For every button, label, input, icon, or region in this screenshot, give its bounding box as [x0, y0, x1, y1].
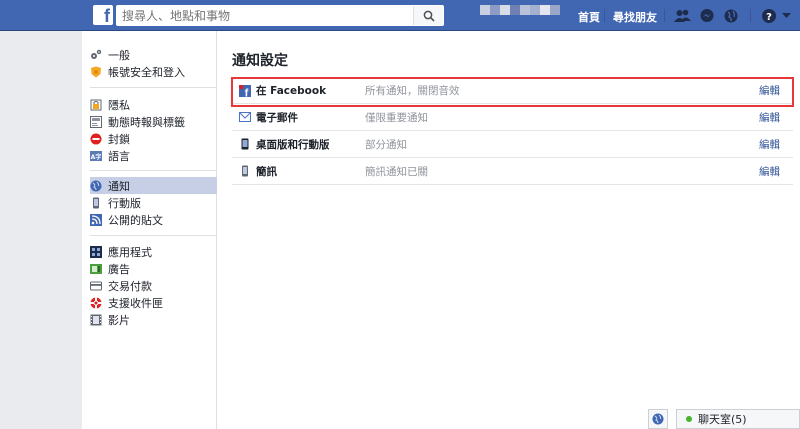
payments-icon — [90, 280, 102, 292]
setting-value: 部分通知 — [365, 138, 407, 151]
sidebar-item-notifications[interactable]: 通知 — [90, 177, 217, 194]
sidebar-item-label: 交易付款 — [108, 279, 152, 293]
profile-blurred[interactable] — [480, 5, 560, 15]
timeline-icon — [90, 115, 102, 128]
sidebar-item-timeline[interactable]: 動態時報與標籤 — [90, 113, 217, 130]
sms-icon — [239, 165, 251, 177]
sidebar-item-ads[interactable]: 廣告 — [90, 260, 217, 277]
nav-separator — [604, 9, 605, 22]
nav-home-link[interactable]: 首頁 — [578, 9, 600, 25]
svg-text:A字: A字 — [91, 153, 102, 161]
sidebar-item-payments[interactable]: 交易付款 — [90, 277, 217, 294]
sidebar-item-blocking[interactable]: 封鎖 — [90, 130, 217, 147]
nav-find-friends-link[interactable]: 尋找朋友 — [613, 9, 657, 25]
sidebar-item-label: 一般 — [108, 48, 130, 62]
sidebar-divider — [90, 235, 217, 236]
edit-link[interactable]: 編輯 — [759, 137, 780, 152]
facebook-logo[interactable]: f — [93, 5, 113, 25]
notifications-globe-icon[interactable] — [722, 7, 739, 24]
sidebar-item-public-posts[interactable]: 公開的貼文 — [90, 211, 217, 228]
setting-label: 在 Facebook — [256, 85, 327, 97]
language-icon: A字 — [90, 150, 102, 162]
sidebar-item-label: 支援收件匣 — [108, 296, 163, 310]
chat-sidebar-toggle[interactable]: 聊天室(5) — [676, 409, 800, 429]
notification-settings-list: f 在 Facebook 所有通知，關閉音效 編輯 電子郵件 僅限重要通知 編輯… — [231, 77, 794, 185]
setting-value: 簡訊通知已關 — [365, 165, 428, 178]
facebook-icon: f — [239, 85, 251, 97]
svg-text:f: f — [245, 88, 249, 98]
setting-label: 桌面版和行動版 — [256, 138, 330, 151]
support-icon — [90, 297, 102, 309]
sidebar-item-label: 應用程式 — [108, 245, 152, 259]
sidebar-item-language[interactable]: A字 語言 — [90, 147, 217, 164]
sidebar-item-videos[interactable]: 影片 — [90, 311, 217, 328]
online-status-dot — [686, 416, 692, 422]
email-icon — [239, 111, 251, 123]
search-button[interactable] — [413, 6, 443, 25]
gears-icon — [90, 49, 102, 61]
sidebar-divider — [90, 87, 217, 88]
shield-icon — [90, 66, 102, 78]
rss-icon — [90, 213, 102, 226]
settings-page: 一般 帳號安全和登入 隱私 動態時報與標籤 封鎖 A字 語言 通知 行動版 公開… — [82, 31, 800, 429]
sidebar-item-label: 通知 — [108, 179, 130, 193]
globe-icon — [652, 413, 664, 425]
edit-link[interactable]: 編輯 — [759, 164, 780, 179]
sidebar-item-label: 公開的貼文 — [108, 213, 163, 227]
search-icon — [423, 10, 435, 22]
help-icon[interactable]: ? — [760, 7, 777, 24]
apps-icon — [90, 245, 102, 258]
globe-icon — [90, 180, 102, 192]
block-icon — [90, 133, 102, 145]
settings-sidebar: 一般 帳號安全和登入 隱私 動態時報與標籤 封鎖 A字 語言 通知 行動版 公開… — [82, 31, 217, 429]
sidebar-item-label: 帳號安全和登入 — [108, 65, 185, 79]
edit-link[interactable]: 編輯 — [759, 83, 780, 98]
sidebar-item-mobile[interactable]: 行動版 — [90, 194, 217, 211]
svg-text:?: ? — [766, 12, 772, 23]
setting-row-email[interactable]: 電子郵件 僅限重要通知 編輯 — [232, 104, 793, 131]
video-icon — [90, 314, 102, 326]
chat-label: 聊天室(5) — [698, 413, 747, 426]
sidebar-item-security[interactable]: 帳號安全和登入 — [90, 63, 217, 80]
sidebar-item-privacy[interactable]: 隱私 — [90, 96, 217, 113]
edit-link[interactable]: 編輯 — [759, 110, 780, 125]
page-title: 通知設定 — [232, 53, 288, 69]
search-box — [116, 5, 444, 26]
account-menu-icon[interactable] — [781, 7, 791, 24]
nav-separator — [750, 9, 751, 22]
setting-label: 簡訊 — [256, 165, 277, 178]
messenger-icon[interactable] — [698, 7, 715, 24]
setting-label: 電子郵件 — [256, 111, 298, 124]
nav-separator — [664, 9, 665, 22]
sidebar-item-label: 語言 — [108, 149, 130, 163]
sidebar-item-label: 隱私 — [108, 98, 130, 112]
sidebar-item-label: 行動版 — [108, 196, 141, 210]
setting-row-on-facebook[interactable]: f 在 Facebook 所有通知，關閉音效 編輯 — [231, 77, 794, 107]
chat-options-button[interactable] — [648, 409, 668, 429]
device-icon — [239, 138, 251, 150]
sidebar-item-label: 封鎖 — [108, 132, 130, 146]
setting-row-desktop-mobile[interactable]: 桌面版和行動版 部分通知 編輯 — [232, 131, 793, 158]
setting-value: 僅限重要通知 — [365, 111, 428, 124]
sidebar-item-general[interactable]: 一般 — [90, 46, 217, 63]
setting-value: 所有通知，關閉音效 — [365, 85, 460, 97]
sidebar-item-label: 廣告 — [108, 262, 130, 276]
top-bar: f 首頁 尋找朋友 ? — [0, 0, 800, 31]
setting-row-sms[interactable]: 簡訊 簡訊通知已關 編輯 — [232, 158, 793, 185]
sidebar-item-support-inbox[interactable]: 支援收件匣 — [90, 294, 217, 311]
search-input[interactable] — [117, 6, 411, 25]
ads-icon — [90, 263, 102, 275]
sidebar-item-apps[interactable]: 應用程式 — [90, 243, 217, 260]
sidebar-item-label: 動態時報與標籤 — [108, 115, 185, 129]
mobile-icon — [90, 197, 102, 209]
sidebar-divider — [90, 170, 217, 171]
lock-icon — [90, 99, 102, 111]
friend-requests-icon[interactable] — [674, 7, 691, 24]
sidebar-item-label: 影片 — [108, 313, 130, 327]
